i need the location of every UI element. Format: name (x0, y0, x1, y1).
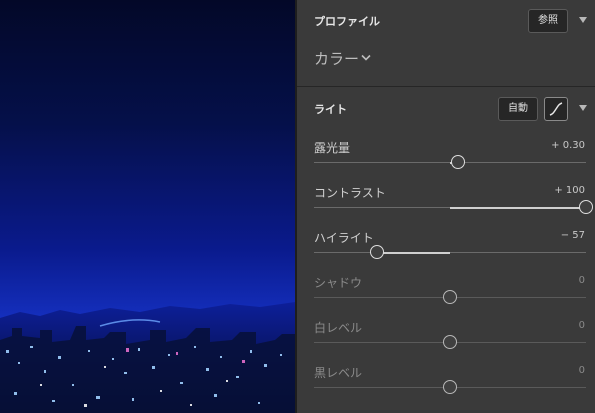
shadows-slider[interactable] (314, 290, 586, 304)
exposure-slider-handle[interactable] (451, 155, 466, 169)
contrast-slider[interactable] (314, 200, 593, 214)
highlights-slider-area[interactable] (297, 236, 595, 266)
tone-curve-icon (549, 102, 563, 116)
section-divider (297, 86, 595, 87)
profile-collapse-icon[interactable] (579, 17, 587, 23)
exposure-slider-area[interactable] (297, 146, 595, 176)
slider-row-exposure: 露光量 + 0.30 (297, 139, 595, 184)
slider-row-contrast: コントラスト + 100 (297, 184, 595, 229)
highlights-slider-handle[interactable] (369, 245, 384, 259)
slider-row-shadows: シャドウ 0 (297, 274, 595, 319)
exposure-slider[interactable] (314, 155, 586, 169)
profile-browse-button[interactable]: 参照 (528, 9, 568, 33)
contrast-slider-fill (450, 206, 586, 209)
highlights-slider-fill (376, 251, 450, 254)
whites-slider-handle[interactable] (443, 335, 457, 349)
shadows-slider-handle[interactable] (443, 290, 457, 304)
highlights-slider[interactable] (314, 245, 586, 259)
whites-slider[interactable] (314, 335, 586, 349)
chevron-down-icon[interactable] (361, 54, 371, 62)
blacks-slider[interactable] (314, 380, 586, 394)
photo-preview[interactable] (0, 0, 295, 413)
contrast-slider-area[interactable] (297, 191, 595, 221)
develop-panel: プロファイル 参照 カラー ライト 自動 露光量 + 0.30 コントラスト + 10… (297, 0, 595, 413)
light-title: ライト (314, 103, 347, 116)
light-collapse-icon[interactable] (579, 105, 587, 111)
profile-title: プロファイル (314, 15, 380, 28)
shadows-slider-area[interactable] (297, 281, 595, 311)
auto-button[interactable]: 自動 (498, 97, 538, 121)
whites-slider-area[interactable] (297, 326, 595, 356)
blacks-slider-handle[interactable] (443, 380, 457, 394)
contrast-slider-handle[interactable] (579, 200, 593, 214)
tone-curve-button[interactable] (544, 97, 568, 121)
slider-row-blacks: 黒レベル 0 (297, 364, 595, 409)
slider-row-highlights: ハイライト − 57 (297, 229, 595, 274)
city-night-image (0, 302, 295, 413)
blacks-slider-area[interactable] (297, 371, 595, 401)
profile-select[interactable]: カラー (314, 48, 359, 69)
slider-row-whites: 白レベル 0 (297, 319, 595, 364)
